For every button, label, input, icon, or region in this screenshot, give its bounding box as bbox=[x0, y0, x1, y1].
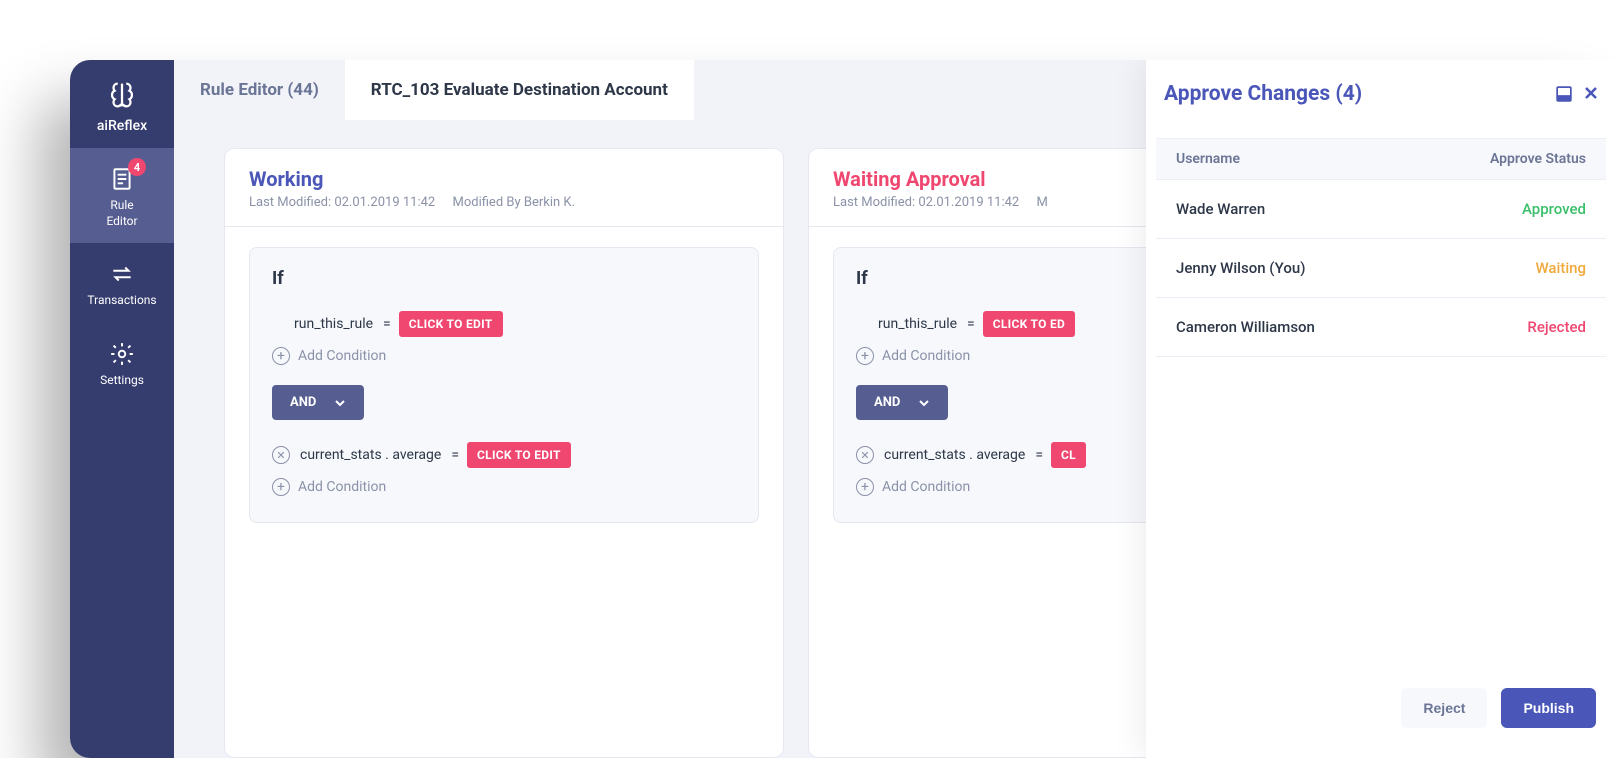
plus-icon: + bbox=[856, 478, 874, 496]
add-condition-label: Add Condition bbox=[882, 348, 970, 364]
approve-username: Wade Warren bbox=[1176, 200, 1265, 218]
approve-row: Wade Warren Approved bbox=[1156, 180, 1606, 239]
last-modified: Last Modified: 02.01.2019 11:42 bbox=[249, 195, 435, 210]
remove-condition-icon[interactable]: ✕ bbox=[272, 446, 290, 464]
rule-meta: Last Modified: 02.01.2019 11:42 Modified… bbox=[249, 195, 759, 210]
add-condition-button[interactable]: + Add Condition bbox=[272, 347, 736, 365]
condition-operator: = bbox=[967, 316, 975, 332]
rule-title: Working bbox=[249, 167, 759, 191]
approve-username: Cameron Williamson bbox=[1176, 318, 1315, 336]
plus-icon: + bbox=[272, 347, 290, 365]
condition-variable: run_this_rule bbox=[294, 316, 373, 332]
condition-row: ✕ current_stats . average = CLICK TO EDI… bbox=[272, 442, 736, 468]
approve-status: Rejected bbox=[1527, 318, 1586, 336]
nav-settings[interactable]: Settings bbox=[70, 323, 174, 403]
approve-table-header: Username Approve Status bbox=[1156, 138, 1606, 180]
main-area: Rule Editor (44) RTC_103 Evaluate Destin… bbox=[174, 60, 1616, 758]
sidebar: aiReflex 4 Rule Editor Transactions bbox=[70, 60, 174, 758]
plus-icon: + bbox=[272, 478, 290, 496]
publish-button[interactable]: Publish bbox=[1501, 688, 1596, 728]
approve-row: Jenny Wilson (You) Waiting bbox=[1156, 239, 1606, 298]
add-condition-label: Add Condition bbox=[298, 479, 386, 495]
logic-operator-dropdown[interactable]: AND bbox=[272, 385, 364, 420]
approve-status: Waiting bbox=[1535, 259, 1586, 277]
click-to-edit-button[interactable]: CLICK TO EDIT bbox=[399, 311, 503, 337]
rule-header: Working Last Modified: 02.01.2019 11:42 … bbox=[225, 149, 783, 227]
chevron-down-icon bbox=[334, 397, 346, 409]
gear-icon bbox=[109, 341, 135, 367]
condition-row: run_this_rule = CLICK TO EDIT bbox=[272, 311, 736, 337]
add-condition-label: Add Condition bbox=[882, 479, 970, 495]
nav-label: Transactions bbox=[70, 293, 174, 309]
nav-badge: 4 bbox=[128, 158, 146, 176]
approve-footer: Reject Publish bbox=[1146, 670, 1616, 758]
remove-condition-icon[interactable]: ✕ bbox=[856, 446, 874, 464]
tab-rule-editor[interactable]: Rule Editor (44) bbox=[174, 60, 345, 120]
app-shell: aiReflex 4 Rule Editor Transactions bbox=[70, 60, 1616, 758]
condition-variable: run_this_rule bbox=[878, 316, 957, 332]
approve-header: Approve Changes (4) bbox=[1146, 60, 1616, 124]
swap-icon bbox=[109, 261, 135, 287]
nav-label: Settings bbox=[70, 373, 174, 389]
condition-operator: = bbox=[451, 447, 459, 463]
rule-body: If run_this_rule = CLICK TO EDIT + Add C… bbox=[225, 227, 783, 543]
brain-logo-icon bbox=[105, 78, 139, 112]
condition-expression: current_stats . average bbox=[884, 447, 1025, 463]
reject-button[interactable]: Reject bbox=[1401, 688, 1487, 728]
close-icon[interactable] bbox=[1584, 86, 1598, 102]
approve-changes-panel: Approve Changes (4) Username Approve Sta… bbox=[1146, 60, 1616, 758]
tab-rtc-103[interactable]: RTC_103 Evaluate Destination Account bbox=[345, 60, 694, 120]
if-label: If bbox=[272, 268, 736, 289]
chevron-down-icon bbox=[918, 397, 930, 409]
nav-transactions[interactable]: Transactions bbox=[70, 243, 174, 323]
click-to-edit-button[interactable]: CL bbox=[1051, 442, 1086, 468]
approve-header-actions bbox=[1556, 86, 1598, 102]
approve-title: Approve Changes (4) bbox=[1164, 82, 1362, 106]
rule-card-working: Working Last Modified: 02.01.2019 11:42 … bbox=[224, 148, 784, 758]
logo-label: aiReflex bbox=[97, 118, 147, 134]
nav-rule-editor[interactable]: 4 Rule Editor bbox=[70, 148, 174, 243]
plus-icon: + bbox=[856, 347, 874, 365]
nav-label: Rule Editor bbox=[70, 198, 174, 229]
condition-expression: current_stats . average bbox=[300, 447, 441, 463]
approve-username: Jenny Wilson (You) bbox=[1176, 259, 1305, 277]
if-block: If run_this_rule = CLICK TO EDIT + Add C… bbox=[249, 247, 759, 523]
logic-operator-dropdown[interactable]: AND bbox=[856, 385, 948, 420]
logo-block: aiReflex bbox=[97, 60, 147, 148]
click-to-edit-button[interactable]: CLICK TO EDIT bbox=[467, 442, 571, 468]
minimize-icon[interactable] bbox=[1556, 86, 1572, 102]
logic-operator-label: AND bbox=[290, 395, 316, 410]
approve-row: Cameron Williamson Rejected bbox=[1156, 298, 1606, 357]
click-to-edit-button[interactable]: CLICK TO ED bbox=[983, 311, 1075, 337]
approve-status: Approved bbox=[1522, 200, 1586, 218]
condition-operator: = bbox=[383, 316, 391, 332]
add-condition-label: Add Condition bbox=[298, 348, 386, 364]
modified-by: Modified By Berkin K. bbox=[452, 195, 575, 210]
add-condition-button[interactable]: + Add Condition bbox=[272, 478, 736, 496]
modified-by: M bbox=[1036, 195, 1047, 210]
logic-operator-label: AND bbox=[874, 395, 900, 410]
condition-operator: = bbox=[1035, 447, 1043, 463]
last-modified: Last Modified: 02.01.2019 11:42 bbox=[833, 195, 1019, 210]
col-status: Approve Status bbox=[1490, 151, 1586, 167]
col-username: Username bbox=[1176, 151, 1240, 167]
